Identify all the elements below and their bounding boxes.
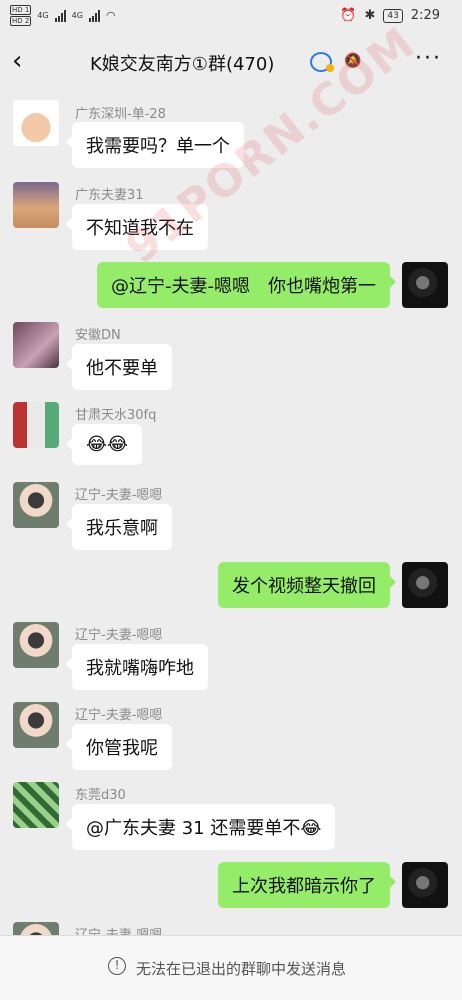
message-bubble[interactable]: 上次我都暗示你了	[218, 862, 396, 908]
anime-avatar[interactable]	[13, 322, 59, 368]
kid-avatar[interactable]	[13, 100, 59, 146]
signal-icon	[88, 9, 100, 22]
group-chat-icon[interactable]	[310, 52, 334, 72]
message-bubble[interactable]: @广东夫妻 31 还需要单不😂	[65, 804, 336, 850]
self-avatar[interactable]	[402, 862, 448, 908]
message-bubble[interactable]: 不知道我不在	[66, 204, 208, 250]
self-avatar[interactable]	[402, 562, 448, 608]
message-bubble[interactable]: 我需要吗？单一个	[66, 122, 244, 168]
sender-name: 东莞d30	[75, 788, 126, 803]
bottle-avatar[interactable]	[13, 402, 59, 448]
input-disabled-bar: ! 无法在已退出的群聊中发送消息	[0, 935, 462, 1000]
disabled-notice: 无法在已退出的群聊中发送消息	[136, 960, 347, 978]
doll-avatar[interactable]	[13, 482, 59, 528]
message-bubble[interactable]: 发个视频整天撤回	[218, 562, 396, 608]
message-bubble[interactable]: 我乐意啊	[66, 504, 172, 550]
sender-name: 辽宁-夫妻-嗯嗯	[75, 488, 163, 503]
wifi-icon: ◠	[105, 9, 116, 22]
more-icon[interactable]: ···	[415, 46, 442, 71]
battery-icon: 43	[383, 8, 403, 23]
message-bubble[interactable]: 我就嘴嗨咋地	[66, 644, 208, 690]
alarm-icon: ⏰	[340, 8, 357, 23]
signal-area: HD 1 HD 2 4G 4G ◠	[10, 5, 116, 26]
signal-icon	[54, 9, 66, 22]
doll-avatar[interactable]	[13, 622, 59, 668]
mute-bell-icon: 🔕	[344, 53, 362, 69]
clock: 2:29	[410, 8, 440, 23]
desert-avatar[interactable]	[13, 182, 59, 228]
sender-name: 广东夫妻31	[75, 188, 144, 203]
sender-name: 辽宁-夫妻-嗯嗯	[75, 628, 163, 643]
doll-avatar[interactable]	[13, 702, 59, 748]
bluetooth-icon: ✱	[364, 8, 376, 23]
message-bubble[interactable]: 😂😂	[65, 424, 143, 465]
network-type-2: 4G	[71, 11, 83, 20]
message-bubble[interactable]: 你管我呢	[66, 724, 172, 770]
green-avatar[interactable]	[13, 782, 59, 828]
message-bubble[interactable]: 他不要单	[66, 344, 172, 390]
message-bubble[interactable]: @辽宁-夫妻-嗯嗯 你也嘴炮第一	[97, 262, 396, 308]
sim2-label: HD 2	[10, 16, 32, 26]
sender-name: 安徽DN	[75, 328, 121, 343]
sim-labels: HD 1 HD 2	[10, 5, 32, 26]
sim1-label: HD 1	[10, 5, 32, 15]
status-right: ⏰ ✱ 43 2:29	[340, 8, 440, 23]
sender-name: 辽宁-夫妻-嗯嗯	[75, 708, 163, 723]
info-icon: !	[108, 957, 126, 975]
self-avatar[interactable]	[402, 262, 448, 308]
status-bar: HD 1 HD 2 4G 4G ◠ ⏰ ✱ 43 2:29	[0, 0, 462, 34]
chat-header: ‹ K娘交友南方①群(470) 🔕 ···	[0, 34, 462, 90]
sender-name: 广东深圳-单-28	[75, 107, 166, 122]
back-icon[interactable]: ‹	[12, 48, 22, 74]
chat-title: K娘交友南方①群(470)	[90, 54, 275, 75]
network-type-1: 4G	[37, 11, 49, 20]
sender-name: 甘肃天水30fq	[75, 408, 157, 423]
